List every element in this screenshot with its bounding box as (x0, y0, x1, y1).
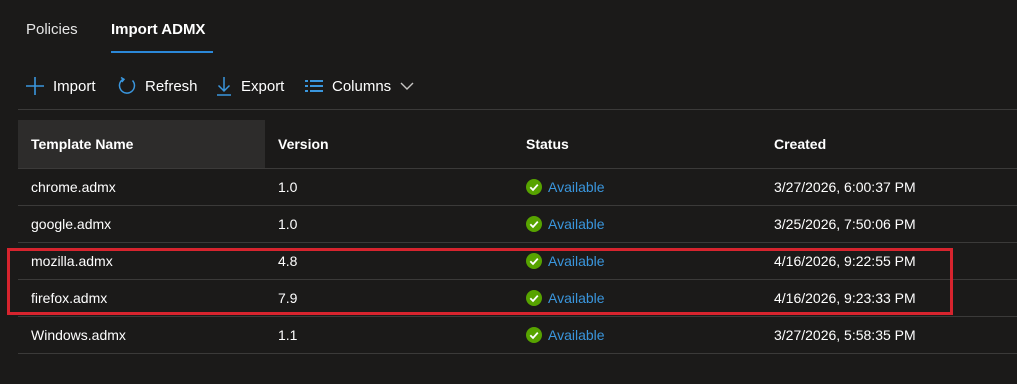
active-tab-indicator (111, 51, 213, 53)
columns-label: Columns (332, 77, 392, 95)
status-link[interactable]: Available (548, 317, 605, 353)
column-header-status[interactable]: Status (526, 120, 569, 168)
created-cell: 4/16/2026, 9:23:33 PM (774, 290, 916, 306)
table-header: Template Name Version Status Created (18, 120, 1017, 169)
template-name-cell: mozilla.admx (31, 253, 113, 269)
status-link[interactable]: Available (548, 206, 605, 242)
version-cell: 1.1 (278, 327, 298, 343)
table-row[interactable]: chrome.admx 1.0 Available 3/27/2026, 6:0… (18, 169, 1017, 206)
created-cell: 3/27/2026, 5:58:35 PM (774, 327, 916, 343)
status-cell: Available (526, 243, 605, 279)
command-bar: Import Refresh Export Columns (0, 68, 1017, 110)
template-name-cell: google.admx (31, 216, 112, 232)
checkmark-circle-icon (526, 290, 542, 306)
template-name-cell: Windows.admx (31, 327, 126, 343)
status-link[interactable]: Available (548, 280, 605, 316)
table-row[interactable]: firefox.admx 7.9 Available 4/16/2026, 9:… (18, 280, 1017, 317)
import-admx-page: Policies Import ADMX Import Refresh Expo… (0, 0, 1017, 384)
template-name-cell: chrome.admx (31, 179, 116, 195)
version-cell: 1.0 (278, 179, 298, 195)
version-cell: 4.8 (278, 253, 298, 269)
checkmark-circle-icon (526, 216, 542, 232)
created-cell: 4/16/2026, 9:22:55 PM (774, 253, 916, 269)
column-header-created[interactable]: Created (774, 120, 826, 168)
refresh-label: Refresh (145, 77, 198, 95)
status-cell: Available (526, 317, 605, 353)
download-icon (215, 76, 233, 96)
status-cell: Available (526, 169, 605, 205)
import-button[interactable]: Import (25, 74, 96, 98)
add-icon (25, 76, 45, 96)
created-cell: 3/27/2026, 6:00:37 PM (774, 179, 916, 195)
version-cell: 7.9 (278, 290, 298, 306)
table-row[interactable]: google.admx 1.0 Available 3/25/2026, 7:5… (18, 206, 1017, 243)
refresh-icon (117, 76, 137, 96)
column-header-version[interactable]: Version (278, 120, 329, 168)
template-name-cell: firefox.admx (31, 290, 108, 306)
columns-icon (304, 76, 324, 96)
status-link[interactable]: Available (548, 243, 605, 279)
tab-policies[interactable]: Policies (26, 20, 78, 40)
status-cell: Available (526, 206, 605, 242)
export-label: Export (241, 77, 285, 95)
status-cell: Available (526, 280, 605, 316)
status-link[interactable]: Available (548, 169, 605, 205)
checkmark-circle-icon (526, 253, 542, 269)
checkmark-circle-icon (526, 179, 542, 195)
chevron-down-icon (400, 81, 414, 91)
row-divider (18, 353, 1017, 354)
checkmark-circle-icon (526, 327, 542, 343)
export-button[interactable]: Export (215, 74, 284, 98)
table-row[interactable]: Windows.admx 1.1 Available 3/27/2026, 5:… (18, 317, 1017, 354)
tab-bar: Policies Import ADMX (0, 0, 1017, 54)
toolbar-divider (18, 109, 1017, 110)
tab-import-admx[interactable]: Import ADMX (111, 20, 205, 40)
table-row[interactable]: mozilla.admx 4.8 Available 4/16/2026, 9:… (18, 243, 1017, 280)
column-header-template-name[interactable]: Template Name (18, 120, 265, 168)
refresh-button[interactable]: Refresh (117, 74, 198, 98)
created-cell: 3/25/2026, 7:50:06 PM (774, 216, 916, 232)
import-label: Import (53, 77, 96, 95)
version-cell: 1.0 (278, 216, 298, 232)
columns-button[interactable]: Columns (304, 74, 414, 98)
